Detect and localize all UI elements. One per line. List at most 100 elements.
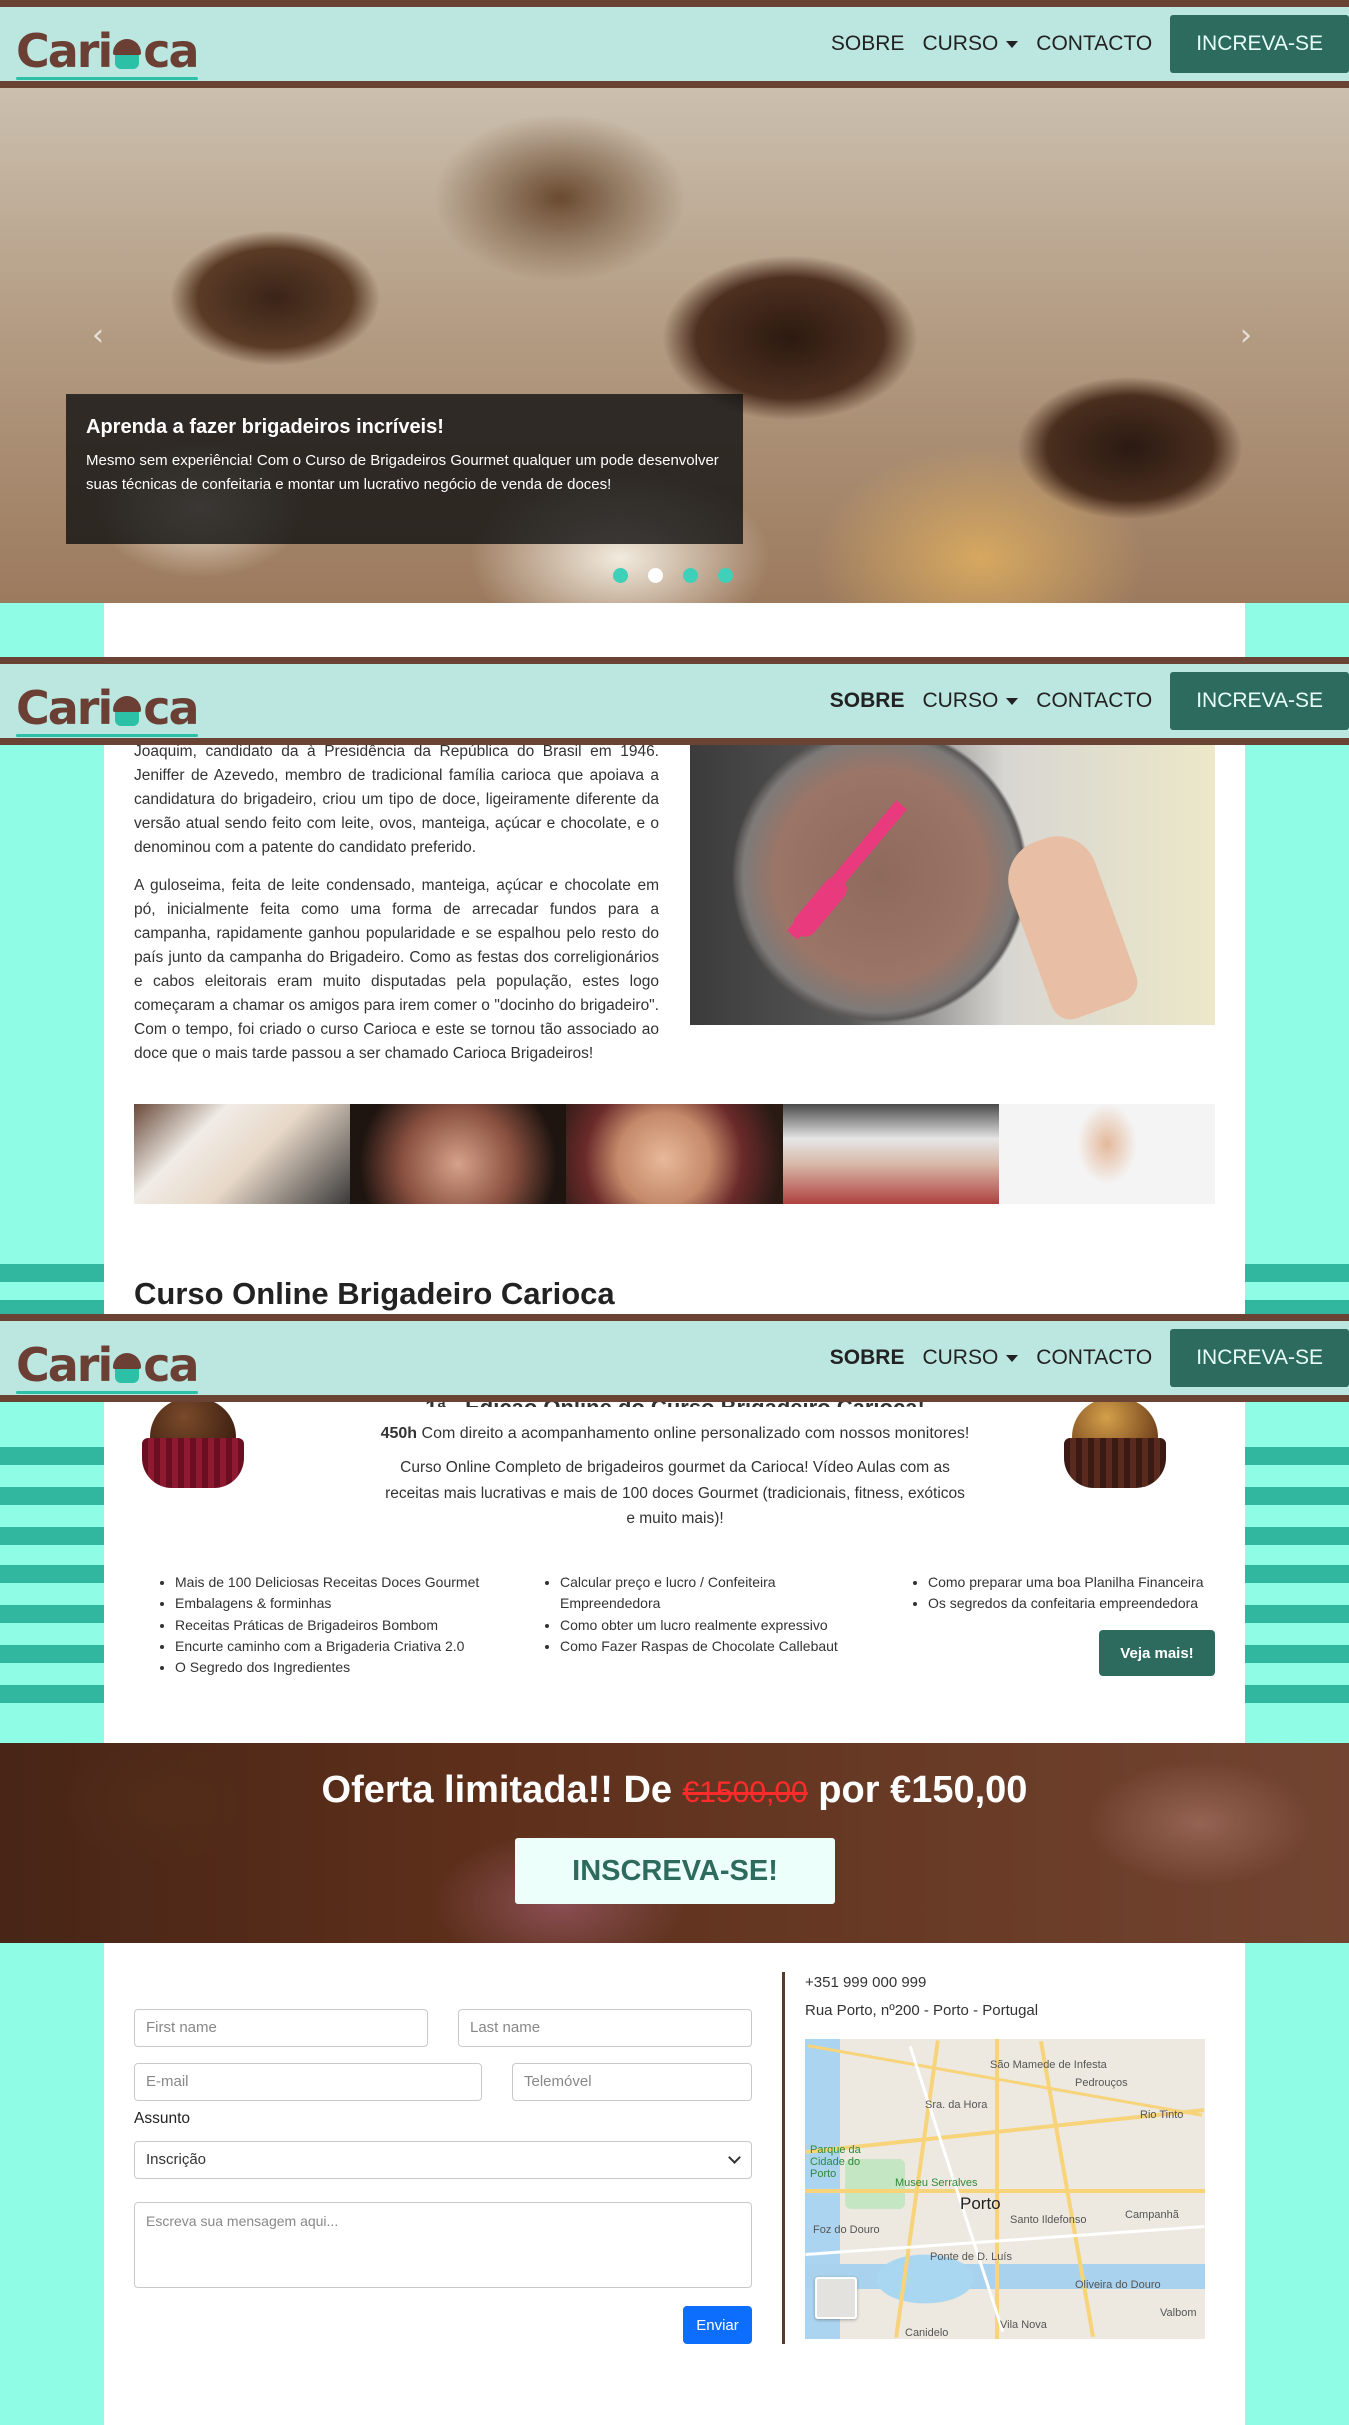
feature-item: Embalagens & forminhas <box>175 1593 485 1614</box>
logo-text: ca <box>143 681 199 735</box>
offer-middle: por <box>807 1769 891 1811</box>
feature-item: Mais de 100 Deliciosas Receitas Doces Go… <box>175 1572 485 1593</box>
brigadeiro-icon <box>112 39 142 69</box>
offer-inscreva-button[interactable]: INSCREVA-SE! <box>515 1838 835 1904</box>
logo-underline <box>16 77 198 80</box>
carousel-prev-icon[interactable]: ‹ <box>92 318 104 353</box>
nav-links: SOBRE CURSO CONTACTO INCREVA-SE <box>830 664 1349 738</box>
map-label: Porto <box>960 2194 1001 2213</box>
gallery-image[interactable] <box>134 1104 351 1204</box>
caption-text: Mesmo sem experiência! Com o Curso de Br… <box>86 452 719 493</box>
map-streetview-control[interactable] <box>815 2277 857 2319</box>
brigadeiro-icon <box>112 696 142 726</box>
logo-text: Cari <box>16 681 113 735</box>
phone-input[interactable]: Telemóvel <box>512 2063 752 2101</box>
offer-title: Oferta limitada!! De €1500,00 por €150,0… <box>0 1769 1349 1812</box>
message-textarea[interactable]: Escreva sua mensagem aqui... <box>134 2202 752 2288</box>
logo[interactable]: Cari ca <box>16 14 200 80</box>
edition-hours-text: Com direito a acompanhamento online pers… <box>417 1425 970 1442</box>
logo-text: ca <box>143 24 199 78</box>
mixing-chocolate-image <box>690 745 1215 1025</box>
carousel-indicators <box>613 568 733 583</box>
nav-sobre[interactable]: SOBRE <box>830 689 905 713</box>
carousel-indicator[interactable] <box>683 568 698 583</box>
offer-old-price: €1500,00 <box>682 1776 808 1809</box>
veja-mais-button[interactable]: Veja mais! <box>1099 1630 1215 1676</box>
feature-item: Encurte caminho com a Brigaderia Criativ… <box>175 1636 485 1657</box>
nav-inscreva-button[interactable]: INCREVA-SE <box>1170 15 1349 73</box>
nav-contacto[interactable]: CONTACTO <box>1036 32 1152 56</box>
logo-underline <box>16 734 198 737</box>
nav-curso-dropdown[interactable]: CURSO <box>922 1346 1019 1370</box>
offer-banner: Oferta limitada!! De €1500,00 por €150,0… <box>0 1743 1349 1943</box>
carousel-indicator[interactable] <box>613 568 628 583</box>
brigadeiro-image <box>138 1398 248 1493</box>
photo-gallery <box>134 1104 1216 1204</box>
divider <box>782 1972 785 2344</box>
nav-curso-dropdown[interactable]: CURSO <box>922 32 1019 56</box>
features-list: Mais de 100 Deliciosas Receitas Doces Go… <box>155 1572 485 1678</box>
edition-description: Curso Online Completo de brigadeiros gou… <box>385 1459 965 1528</box>
carousel-indicator[interactable] <box>718 568 733 583</box>
logo[interactable]: Cari ca <box>16 1328 200 1394</box>
nav-links: SOBRE CURSO CONTACTO INCREVA-SE <box>831 7 1349 81</box>
edition-hours: 450h Com direito a acompanhamento online… <box>380 1425 970 1443</box>
location-map[interactable]: São Mamede de Infesta Pedrouços Sra. da … <box>805 2039 1205 2339</box>
about-paragraph: A guloseima, feita de leite condensado, … <box>134 877 659 1063</box>
edition-hours-value: 450h <box>380 1425 418 1442</box>
brigadeiro-icon <box>112 1353 142 1383</box>
map-label: Campanhã <box>1125 2209 1179 2221</box>
feature-item: Como Fazer Raspas de Chocolate Callebaut <box>560 1636 840 1657</box>
gallery-image[interactable] <box>566 1104 783 1204</box>
map-label: Museu Serralves <box>895 2177 978 2189</box>
nav-curso-dropdown[interactable]: CURSO <box>922 689 1019 713</box>
feature-item: Como preparar uma boa Planilha Financeir… <box>928 1572 1218 1593</box>
offer-new-price: €150,00 <box>890 1769 1028 1811</box>
nav-contacto[interactable]: CONTACTO <box>1036 689 1152 713</box>
map-label: Parque da Cidade do Porto <box>810 2144 861 2180</box>
last-name-input[interactable]: Last name <box>458 2009 752 2047</box>
map-label: Foz do Douro <box>813 2224 880 2236</box>
caption-title: Aprenda a fazer brigadeiros incríveis! <box>86 416 444 438</box>
map-label: Santo Ildefonso <box>1010 2214 1087 2226</box>
contact-phone: +351 999 000 999 <box>805 1974 927 1991</box>
nav-inscreva-button[interactable]: INCREVA-SE <box>1170 1329 1349 1387</box>
logo[interactable]: Cari ca <box>16 671 200 737</box>
about-paragraph: Joaquim, candidato da à Presidência da R… <box>134 743 659 857</box>
map-label: São Mamede de Infesta <box>990 2059 1107 2071</box>
navbar: Cari ca SOBRE CURSO CONTACTO INCREVA-SE <box>0 0 1349 88</box>
carousel-next-icon[interactable]: › <box>1240 318 1252 353</box>
gallery-image[interactable] <box>998 1104 1216 1204</box>
carousel-caption: Aprenda a fazer brigadeiros incríveis! M… <box>66 394 743 544</box>
navbar: Cari ca SOBRE CURSO CONTACTO INCREVA-SE <box>0 1314 1349 1402</box>
offer-prefix: Oferta limitada!! De <box>321 1769 683 1811</box>
edition-info: 1ª - Edição Online do Curso Brigadeiro C… <box>380 1395 970 1532</box>
feature-item: Calcular preço e lucro / Confeiteira Emp… <box>560 1572 840 1615</box>
nav-curso-label: CURSO <box>922 1346 999 1369</box>
logo-underline <box>16 1391 198 1394</box>
email-input[interactable]: E-mail <box>134 2063 482 2101</box>
nav-sobre[interactable]: SOBRE <box>831 32 905 56</box>
caret-down-icon <box>1006 697 1019 705</box>
logo-text: Cari <box>16 1338 113 1392</box>
map-label: Rio Tinto <box>1140 2109 1184 2121</box>
nav-curso-label: CURSO <box>922 32 999 55</box>
nav-contacto[interactable]: CONTACTO <box>1036 1346 1152 1370</box>
first-name-input[interactable]: First name <box>134 2009 428 2047</box>
caret-down-icon <box>1006 40 1019 48</box>
carousel-indicator-active[interactable] <box>648 568 663 583</box>
feature-item: Receitas Práticas de Brigadeiros Bombom <box>175 1615 485 1636</box>
nav-sobre[interactable]: SOBRE <box>830 1346 905 1370</box>
about-text: Joaquim, candidato da à Presidência da R… <box>134 740 659 1080</box>
nav-inscreva-button[interactable]: INCREVA-SE <box>1170 672 1349 730</box>
gallery-image[interactable] <box>350 1104 567 1204</box>
hero-carousel: ‹ › Aprenda a fazer brigadeiros incrívei… <box>0 88 1349 603</box>
features-list: Como preparar uma boa Planilha Financeir… <box>908 1572 1218 1615</box>
feature-item: Como obter um lucro realmente expressivo <box>560 1615 840 1636</box>
subject-selected-value: Inscrição <box>146 2151 207 2168</box>
subject-select[interactable]: Inscrição <box>134 2141 752 2179</box>
logo-text: Cari <box>16 24 113 78</box>
map-label: Pedrouços <box>1075 2077 1128 2089</box>
gallery-image[interactable] <box>782 1104 999 1204</box>
submit-button[interactable]: Enviar <box>683 2306 752 2344</box>
